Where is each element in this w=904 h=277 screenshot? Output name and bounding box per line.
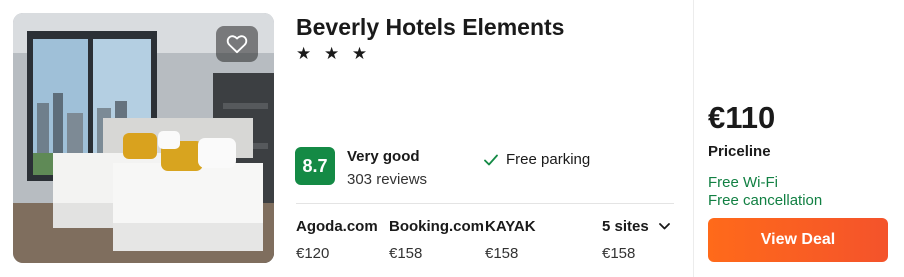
deal-provider: Priceline bbox=[708, 143, 771, 160]
site-price: €158 bbox=[485, 245, 519, 262]
check-icon bbox=[484, 154, 498, 165]
review-score-badge: 8.7 bbox=[295, 147, 335, 185]
site-price: €158 bbox=[389, 245, 423, 262]
site-name: Booking.com bbox=[389, 218, 485, 235]
more-sites-price: €158 bbox=[602, 245, 636, 262]
heart-icon bbox=[226, 35, 248, 54]
site-price-kayak[interactable]: KAYAK €158 bbox=[485, 218, 536, 262]
amenity-free-parking: Free parking bbox=[484, 151, 590, 168]
hotel-name[interactable]: Beverly Hotels Elements bbox=[296, 14, 564, 41]
hotel-result-card[interactable]: Beverly Hotels Elements ★ ★ ★ 8.7 Very g… bbox=[0, 0, 904, 277]
favorite-button[interactable] bbox=[216, 26, 258, 62]
star-rating: ★ ★ ★ bbox=[296, 44, 372, 63]
rating-label: Very good bbox=[347, 148, 420, 165]
more-sites-toggle[interactable]: 5 sites €158 bbox=[602, 218, 670, 262]
perk-free-cancellation: Free cancellation bbox=[708, 192, 823, 209]
site-price-booking[interactable]: Booking.com €158 bbox=[389, 218, 484, 262]
deal-price: €110 bbox=[708, 100, 776, 135]
chevron-down-icon bbox=[658, 223, 670, 230]
site-price-agoda[interactable]: Agoda.com €120 bbox=[296, 218, 378, 262]
site-name: Agoda.com bbox=[296, 218, 378, 235]
site-name: KAYAK bbox=[485, 218, 536, 235]
divider bbox=[296, 203, 674, 204]
review-count[interactable]: 303 reviews bbox=[347, 171, 427, 188]
site-price: €120 bbox=[296, 245, 330, 262]
perk-free-wifi: Free Wi-Fi bbox=[708, 174, 778, 191]
column-divider bbox=[693, 0, 694, 277]
view-deal-button[interactable]: View Deal bbox=[708, 218, 888, 262]
amenity-label: Free parking bbox=[506, 151, 591, 168]
hotel-photo[interactable] bbox=[13, 13, 274, 263]
more-sites-label: 5 sites bbox=[602, 218, 649, 235]
